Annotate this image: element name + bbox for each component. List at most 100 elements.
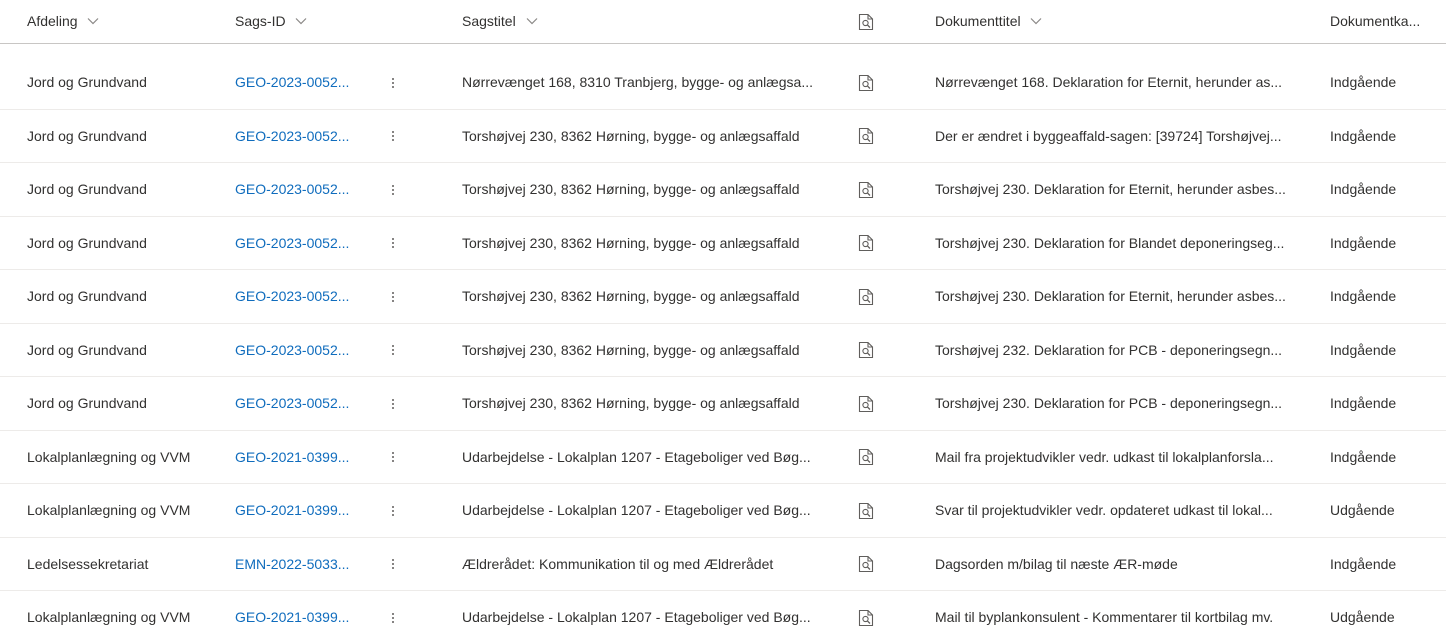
more-options-icon[interactable] xyxy=(384,217,402,270)
table-row[interactable]: Jord og Grundvand GEO-2023-0052... Torsh… xyxy=(0,270,1446,324)
cell-sagstitel: Torshøjvej 230, 8362 Hørning, bygge- og … xyxy=(462,181,800,197)
cell-dokumenttitel: Torshøjvej 232. Deklaration for PCB - de… xyxy=(935,341,1283,358)
cell-afdeling: Jord og Grundvand xyxy=(27,395,147,411)
column-header-afdeling[interactable]: Afdeling xyxy=(27,0,99,43)
table-row[interactable]: Jord og Grundvand GEO-2023-0052... Torsh… xyxy=(0,377,1446,431)
table-row[interactable]: Jord og Grundvand GEO-2023-0052... Torsh… xyxy=(0,110,1446,163)
cell-afdeling: Lokalplanlægning og VVM xyxy=(27,502,191,518)
table-row[interactable]: Lokalplanlægning og VVM GEO-2021-0399...… xyxy=(0,484,1446,538)
cell-sagstitel: Udarbejdelse - Lokalplan 1207 - Etagebol… xyxy=(462,448,811,465)
case-id-link[interactable]: GEO-2023-0052... xyxy=(235,324,357,377)
case-id-link[interactable]: GEO-2023-0052... xyxy=(235,377,357,430)
table-row[interactable]: Jord og Grundvand GEO-2023-0052... Torsh… xyxy=(0,324,1446,377)
cell-sagstitel: Ældrerådet: Kommunikation til og med Æld… xyxy=(462,555,774,572)
case-id-link[interactable]: GEO-2023-0052... xyxy=(235,56,357,109)
document-preview-icon[interactable] xyxy=(858,538,878,591)
chevron-down-icon xyxy=(295,0,307,42)
table-row[interactable]: Jord og Grundvand GEO-2023-0052... Torsh… xyxy=(0,163,1446,217)
cell-afdeling: Jord og Grundvand xyxy=(27,288,147,304)
chevron-down-icon xyxy=(87,0,99,42)
cell-sagstitel: Torshøjvej 230, 8362 Hørning, bygge- og … xyxy=(462,395,800,411)
document-preview-icon[interactable] xyxy=(858,377,878,430)
case-id-link[interactable]: GEO-2021-0399... xyxy=(235,484,357,537)
more-options-icon[interactable] xyxy=(384,270,402,323)
document-preview-icon xyxy=(858,0,875,43)
column-header-dokumentkategori[interactable]: Dokumentka... xyxy=(1330,0,1420,43)
chevron-down-icon xyxy=(1030,0,1042,42)
cell-dokumenttitel: Mail til byplankonsulent - Kommentarer t… xyxy=(935,609,1274,625)
cell-sagstitel: Torshøjvej 230, 8362 Hørning, bygge- og … xyxy=(462,127,800,144)
table-row[interactable]: Jord og Grundvand GEO-2023-0052... Torsh… xyxy=(0,217,1446,270)
cell-sagstitel: Udarbejdelse - Lokalplan 1207 - Etagebol… xyxy=(462,502,811,518)
chevron-down-icon xyxy=(526,0,538,42)
case-id-link[interactable]: GEO-2021-0399... xyxy=(235,431,357,484)
case-id-link[interactable]: EMN-2022-5033... xyxy=(235,538,357,591)
document-list: Afdeling Sags-ID Sagstitel Dokumenttitel… xyxy=(0,0,1446,641)
column-header-dokumenttitel[interactable]: Dokumenttitel xyxy=(935,0,1042,43)
list-header: Afdeling Sags-ID Sagstitel Dokumenttitel… xyxy=(0,0,1446,44)
list-rows: Jord og Grundvand GEO-2023-0052... Nørre… xyxy=(0,56,1446,641)
cell-dokumenttitel: Svar til projektudvikler vedr. opdateret… xyxy=(935,502,1273,518)
document-preview-icon[interactable] xyxy=(858,591,878,641)
cell-dokumenttitel: Der er ændret i byggeaffald-sagen: [3972… xyxy=(935,127,1282,144)
cell-dokumenttitel: Mail fra projektudvikler vedr. udkast ti… xyxy=(935,448,1274,465)
cell-dokumentkategori: Indgående xyxy=(1330,127,1397,144)
case-id-link[interactable]: GEO-2023-0052... xyxy=(235,217,357,270)
cell-afdeling: Jord og Grundvand xyxy=(27,74,147,90)
more-options-icon[interactable] xyxy=(384,538,402,591)
cell-dokumentkategori: Indgående xyxy=(1330,74,1397,90)
document-preview-icon[interactable] xyxy=(858,217,878,270)
cell-afdeling: Lokalplanlægning og VVM xyxy=(27,609,191,625)
column-header-preview[interactable] xyxy=(858,0,875,43)
document-preview-icon[interactable] xyxy=(858,324,878,377)
more-options-icon[interactable] xyxy=(384,324,402,377)
cell-dokumenttitel: Torshøjvej 230. Deklaration for Blandet … xyxy=(935,234,1285,251)
cell-dokumenttitel: Torshøjvej 230. Deklaration for Eternit,… xyxy=(935,181,1286,197)
document-preview-icon[interactable] xyxy=(858,163,878,216)
cell-dokumentkategori: Indgående xyxy=(1330,234,1397,251)
document-preview-icon[interactable] xyxy=(858,270,878,323)
cell-sagstitel: Torshøjvej 230, 8362 Hørning, bygge- og … xyxy=(462,288,800,304)
cell-dokumentkategori: Udgående xyxy=(1330,609,1395,625)
more-options-icon[interactable] xyxy=(384,431,402,484)
column-header-sags-id[interactable]: Sags-ID xyxy=(235,0,307,43)
case-id-link[interactable]: GEO-2021-0399... xyxy=(235,591,357,641)
cell-dokumentkategori: Indgående xyxy=(1330,395,1397,411)
table-row[interactable]: Jord og Grundvand GEO-2023-0052... Nørre… xyxy=(0,56,1446,110)
more-options-icon[interactable] xyxy=(384,110,402,163)
more-options-icon[interactable] xyxy=(384,377,402,430)
more-options-icon[interactable] xyxy=(384,56,402,109)
case-id-link[interactable]: GEO-2023-0052... xyxy=(235,270,357,323)
more-options-icon[interactable] xyxy=(384,163,402,216)
cell-dokumenttitel: Nørrevænget 168. Deklaration for Eternit… xyxy=(935,74,1283,90)
more-options-icon[interactable] xyxy=(384,484,402,537)
cell-sagstitel: Udarbejdelse - Lokalplan 1207 - Etagebol… xyxy=(462,609,811,625)
cell-dokumentkategori: Indgående xyxy=(1330,341,1397,358)
cell-dokumenttitel: Torshøjvej 230. Deklaration for PCB - de… xyxy=(935,395,1283,411)
case-id-link[interactable]: GEO-2023-0052... xyxy=(235,110,357,163)
cell-dokumentkategori: Indgående xyxy=(1330,181,1397,197)
column-header-sagstitel[interactable]: Sagstitel xyxy=(462,0,538,43)
table-row[interactable]: Ledelsessekretariat EMN-2022-5033... Æld… xyxy=(0,538,1446,591)
cell-afdeling: Jord og Grundvand xyxy=(27,234,147,251)
cell-afdeling: Ledelsessekretariat xyxy=(27,555,149,572)
table-row[interactable]: Lokalplanlægning og VVM GEO-2021-0399...… xyxy=(0,591,1446,641)
cell-dokumentkategori: Udgående xyxy=(1330,502,1395,518)
cell-sagstitel: Torshøjvej 230, 8362 Hørning, bygge- og … xyxy=(462,341,800,358)
cell-afdeling: Lokalplanlægning og VVM xyxy=(27,448,191,465)
case-id-link[interactable]: GEO-2023-0052... xyxy=(235,163,357,216)
more-options-icon[interactable] xyxy=(384,591,402,641)
cell-dokumentkategori: Indgående xyxy=(1330,288,1397,304)
cell-dokumentkategori: Indgående xyxy=(1330,555,1397,572)
table-row[interactable]: Lokalplanlægning og VVM GEO-2021-0399...… xyxy=(0,431,1446,484)
cell-dokumentkategori: Indgående xyxy=(1330,448,1397,465)
cell-dokumenttitel: Dagsorden m/bilag til næste ÆR-møde xyxy=(935,555,1178,572)
document-preview-icon[interactable] xyxy=(858,484,878,537)
cell-sagstitel: Torshøjvej 230, 8362 Hørning, bygge- og … xyxy=(462,234,800,251)
cell-afdeling: Jord og Grundvand xyxy=(27,181,147,197)
document-preview-icon[interactable] xyxy=(858,56,878,109)
cell-afdeling: Jord og Grundvand xyxy=(27,341,147,358)
document-preview-icon[interactable] xyxy=(858,110,878,163)
document-preview-icon[interactable] xyxy=(858,431,878,484)
cell-afdeling: Jord og Grundvand xyxy=(27,127,147,144)
